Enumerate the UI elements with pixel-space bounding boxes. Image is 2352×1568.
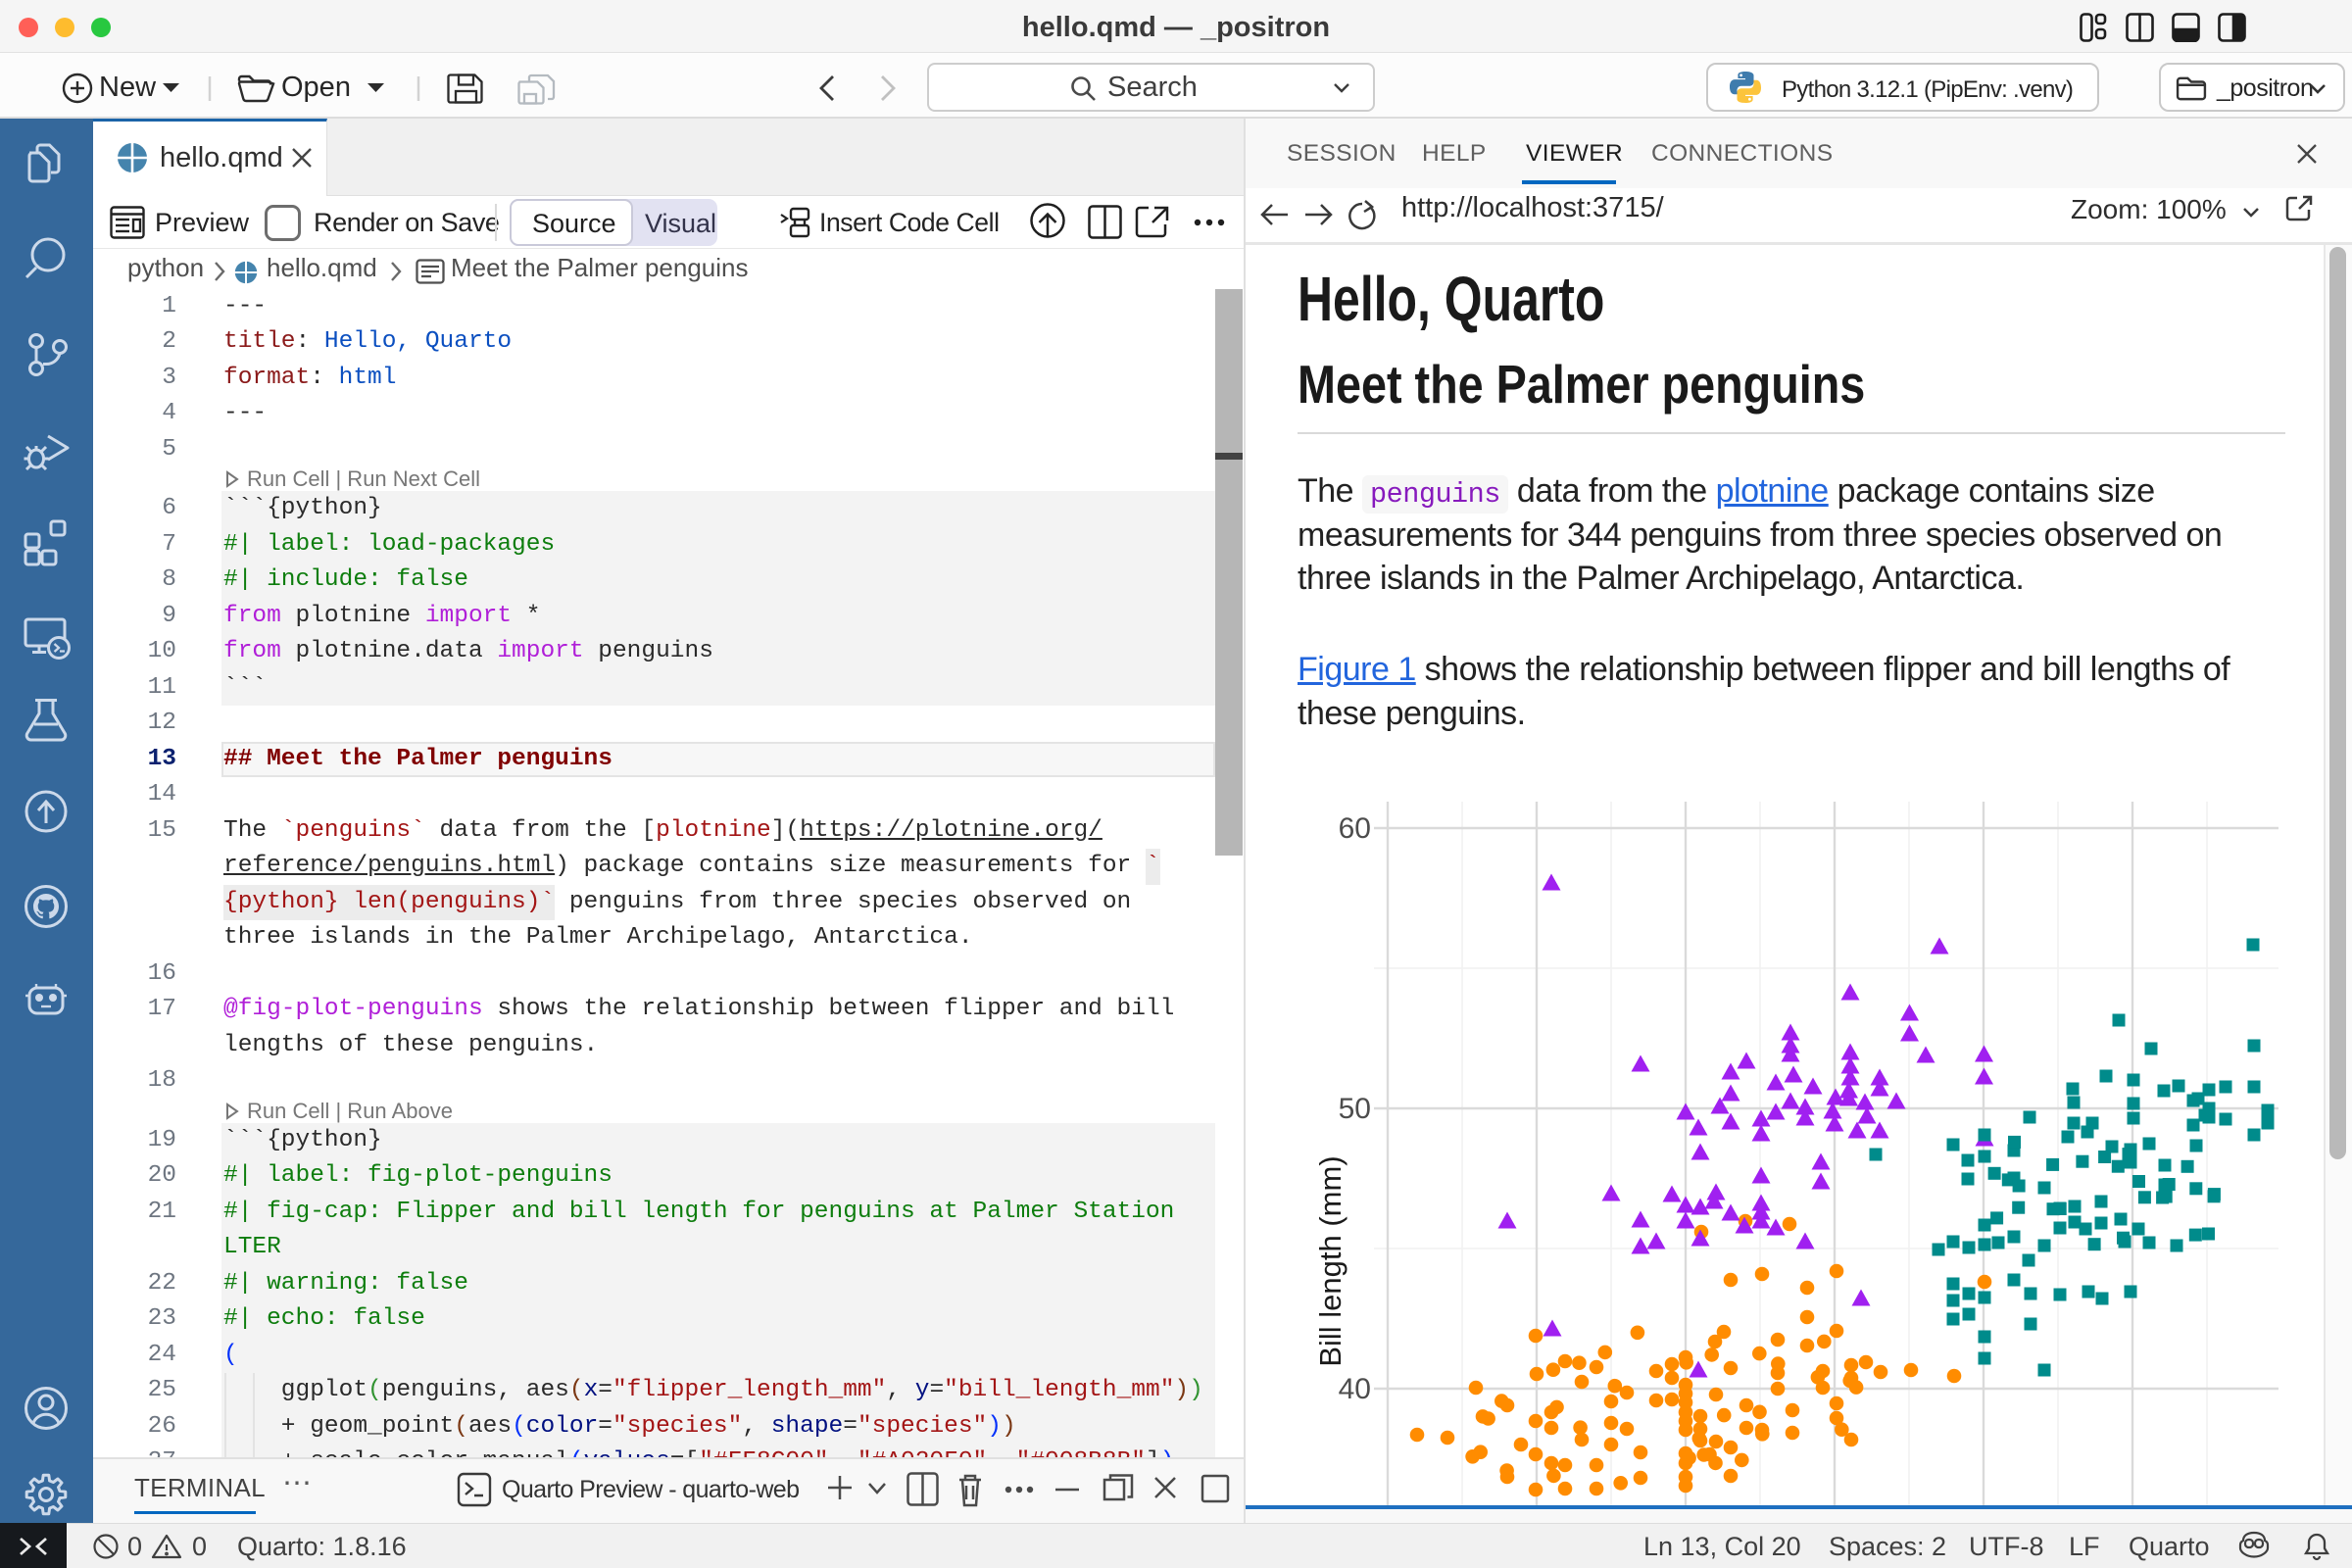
svg-text:60: 60 <box>1339 812 1371 845</box>
svg-text:50: 50 <box>1339 1093 1371 1125</box>
svg-text:40: 40 <box>1339 1373 1371 1405</box>
svg-text:Bill length (mm): Bill length (mm) <box>1313 1155 1348 1366</box>
